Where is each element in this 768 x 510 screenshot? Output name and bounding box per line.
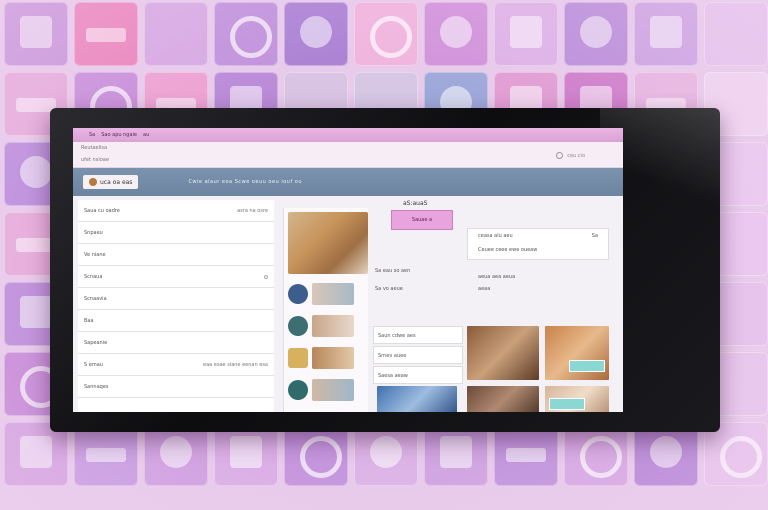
form-row-label: Sapeanie xyxy=(84,339,108,346)
sub-header: Reutaelisa ufet nsioae ceu cio xyxy=(73,142,623,168)
thumbnail-image xyxy=(312,315,354,337)
form-row-value: eaa esae siane eenan esa xyxy=(203,361,268,368)
form-row[interactable]: Scnaavia xyxy=(78,288,274,310)
top-nav-item[interactable]: Sa xyxy=(89,132,95,138)
site-logo[interactable]: uca oa eas xyxy=(83,175,139,189)
right-content-heading: aS:auaS xyxy=(403,200,428,207)
form-row[interactable]: Saua cu oadre asra na osre xyxy=(78,200,274,222)
photo-badge xyxy=(549,398,585,410)
sub-header-text: ufet nsioae xyxy=(81,157,109,163)
product-photo[interactable] xyxy=(467,386,539,412)
form-row[interactable]: S emau eaa esae siane eenan esa xyxy=(78,354,274,376)
thumbnail-avatar xyxy=(288,380,308,400)
site-header: uca oa eas Cwie alaur eoa Scwe oeuu oeu … xyxy=(73,168,623,196)
form-row-label: Scnaua xyxy=(84,273,103,280)
info-box: ceasa alu aeu Sa Ceuee ceee ewe oueaw xyxy=(467,228,609,260)
form-row-label: Baa xyxy=(84,317,94,324)
sub-header-title: Reutaelisa xyxy=(81,145,108,151)
sub-header-tools: ceu cio xyxy=(556,152,585,159)
thumbnail-item[interactable] xyxy=(288,280,368,308)
logo-icon xyxy=(89,178,97,186)
thumbnail-column xyxy=(283,208,368,412)
product-photo[interactable] xyxy=(467,326,539,380)
thumbnail-item[interactable] xyxy=(288,376,368,404)
form-row-label: Snpaeu xyxy=(84,229,103,236)
thumbnail-item[interactable] xyxy=(288,344,368,372)
info-box-tag: Sa xyxy=(591,233,598,239)
thumbnail-avatar xyxy=(288,316,308,336)
sub-header-right-text[interactable]: ceu cio xyxy=(567,153,585,159)
monitor-screen: Sa Sao apu ngaie au Reutaelisa ufet nsio… xyxy=(73,128,623,412)
content-box[interactable]: Saesa aeaw xyxy=(373,366,463,384)
content-text-line: Sa eau so aen xyxy=(375,268,411,274)
thumbnail-image xyxy=(312,379,354,401)
top-nav-bar: Sa Sao apu ngaie au xyxy=(73,128,623,142)
form-row-label: Ve niane xyxy=(84,251,106,258)
thumbnail-avatar xyxy=(288,348,308,368)
content-text-line: aeua aea aeua xyxy=(478,274,516,280)
form-row-label: Saua cu oadre xyxy=(84,207,120,214)
thumbnail-item[interactable] xyxy=(288,312,368,340)
header-tagline: Cwie alaur eoa Scwe oeuu oeu iouf ou xyxy=(188,179,303,185)
top-nav-item[interactable]: Sao apu ngaie xyxy=(101,132,137,138)
info-box-title: ceasa alu aeu xyxy=(478,233,513,239)
monitor-frame: Sa Sao apu ngaie au Reutaelisa ufet nsio… xyxy=(50,108,720,432)
form-row-label: Scnaavia xyxy=(84,295,107,302)
content-text-line: aeaa xyxy=(478,286,491,292)
thumbnail-image xyxy=(312,283,354,305)
info-box-text: Ceuee ceee ewe oueaw xyxy=(478,247,538,253)
left-form-panel: Saua cu oadre asra na osre Snpaeu Ve nian… xyxy=(78,200,274,412)
thumbnail-avatar xyxy=(288,284,308,304)
form-row[interactable]: Ve niane xyxy=(78,244,274,266)
photo-badge xyxy=(569,360,605,372)
content-box[interactable]: Srnev auee xyxy=(373,346,463,364)
top-nav-item[interactable]: au xyxy=(143,132,149,138)
form-row[interactable]: Baa xyxy=(78,310,274,332)
content-text-line: Sa vo aeue xyxy=(375,286,403,292)
form-row-label: S emau xyxy=(84,361,103,368)
gear-icon[interactable] xyxy=(556,152,564,159)
dropdown-caret-icon[interactable] xyxy=(264,274,268,279)
site-logo-text: uca oa eas xyxy=(100,178,133,186)
featured-thumbnail[interactable] xyxy=(288,212,368,274)
primary-action-button[interactable]: Sauae a xyxy=(391,210,453,230)
form-row[interactable]: Snpaeu xyxy=(78,222,274,244)
right-content: aS:auaS Sauae a ceasa alu aeu Sa Ceuee c… xyxy=(373,200,613,412)
form-row[interactable]: Sapeanie xyxy=(78,332,274,354)
thumbnail-image xyxy=(312,347,354,369)
product-photo[interactable] xyxy=(377,386,457,412)
form-row[interactable]: Sannaqes xyxy=(78,376,274,398)
form-row-label: Sannaqes xyxy=(84,383,109,390)
form-row[interactable]: Scnaua xyxy=(78,266,274,288)
content-box[interactable]: Saun cdwe aes xyxy=(373,326,463,344)
form-row-value: asra na osre xyxy=(237,207,268,214)
